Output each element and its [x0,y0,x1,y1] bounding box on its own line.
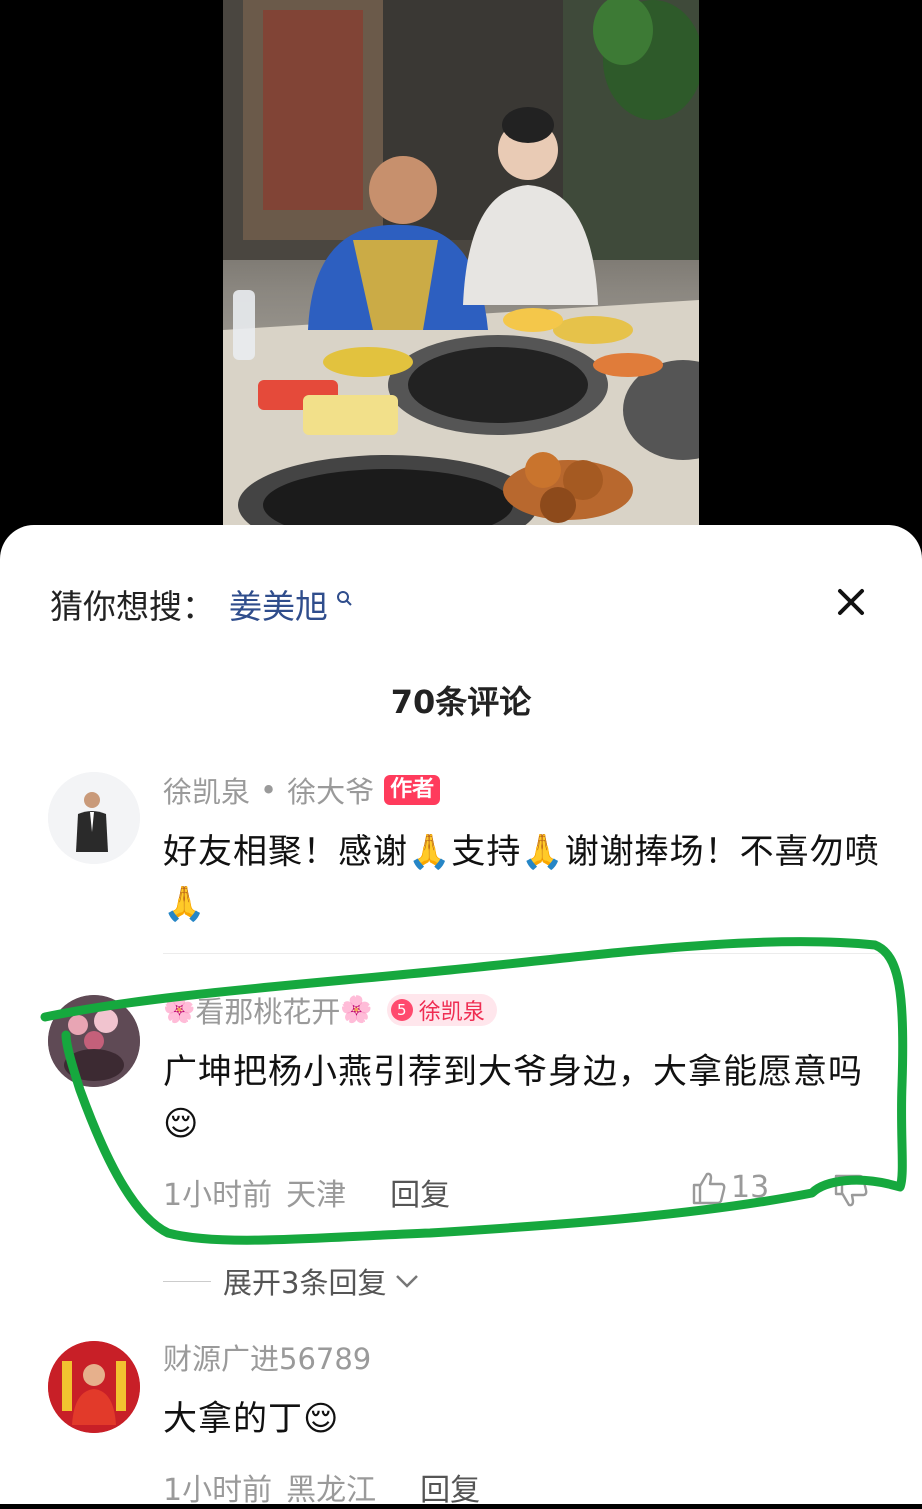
comment-username[interactable]: 看那桃花开 [195,989,340,1031]
comment-text-part: 谢谢捧场！不喜勿喷 [564,832,880,872]
comment-text: 广坤把杨小燕引荐到大爷身边，大拿能愿意吗 😌 [163,1046,882,1150]
like-button[interactable]: 13 [691,1170,769,1205]
avatar[interactable] [48,772,140,864]
relieved-emoji-icon: 😌 [303,1399,340,1439]
pray-emoji-icon: 🙏 [521,832,565,872]
divider [163,953,882,954]
comment-count-title: 70条评论 [390,683,532,721]
search-icon[interactable] [336,590,352,606]
fan-badge-name: 徐凯泉 [418,1000,485,1025]
comment-text-part: 好友相聚！感谢 [163,832,408,872]
avatar[interactable] [48,995,140,1087]
fan-badge: 5 徐凯泉 [386,994,497,1026]
expand-replies-button[interactable]: 展开3条回复 [163,1260,420,1302]
comment-text: 好友相聚！感谢🙏支持🙏谢谢捧场！不喜勿喷🙏 [163,826,882,930]
separator-dot: • [260,773,278,807]
reply-button[interactable]: 回复 [390,1170,450,1214]
pray-emoji-icon: 🙏 [408,832,452,872]
comment-text-part: 支持 [451,832,522,872]
comment-username[interactable]: 徐凯泉 [163,769,250,811]
comment-user-alias: 徐大爷 [287,775,375,809]
post-photo[interactable] [223,0,699,530]
author-badge: 作者 [384,775,441,805]
flower-emoji-icon: 🌸 [340,995,373,1025]
flower-emoji-icon: 🌸 [163,995,196,1025]
comment-time: 1小时前 [163,1473,273,1508]
search-suggestion: 猜你想搜： 姜美旭 [50,580,352,628]
avatar[interactable] [48,1341,140,1433]
comment-footer: 1小时前 黑龙江 回复 [163,1465,882,1509]
fan-level-heart-icon: 5 [390,999,413,1021]
reply-button[interactable]: 回复 [420,1465,480,1509]
comment-text-part: 大拿的丁 [163,1399,303,1439]
comment-location: 黑龙江 [286,1473,377,1508]
comment-text-part: 广坤把杨小燕引荐到大爷身边，大拿能愿意吗 [163,1052,863,1092]
comment-text: 大拿的丁😌 [163,1393,882,1445]
comment-meta: 徐凯泉 • 徐大爷 作者 [163,770,882,810]
expand-line [163,1280,211,1282]
close-icon[interactable] [832,583,870,621]
thumbs-up-icon [692,1172,726,1204]
chevron-down-icon [396,1275,419,1288]
expand-replies-label: 展开3条回复 [223,1266,387,1300]
search-suggestion-keyword[interactable]: 姜美旭 [229,580,328,628]
search-suggestion-label: 猜你想搜： [50,587,215,626]
restaurant-photo-illustration [223,0,699,530]
like-count: 13 [731,1170,770,1205]
thumbs-down-icon [834,1174,868,1207]
comment-meta: 财源广进56789 [163,1337,882,1377]
relieved-emoji-icon: 😌 [163,1104,200,1144]
comment-username[interactable]: 财源广进56789 [163,1336,371,1378]
comment-time: 1小时前 [163,1178,273,1213]
comment-meta: 🌸 看那桃花开 🌸 5 徐凯泉 [163,990,882,1030]
comment-footer: 1小时前 天津 回复 13 [163,1170,882,1214]
pray-emoji-icon: 🙏 [163,884,207,924]
dislike-button[interactable] [833,1174,869,1216]
comments-sheet: 猜你想搜： 姜美旭 70条评论 徐凯泉 • 徐大爷 作者 好友相聚！感谢🙏支持🙏… [0,525,922,1508]
comment-location: 天津 [286,1178,347,1213]
